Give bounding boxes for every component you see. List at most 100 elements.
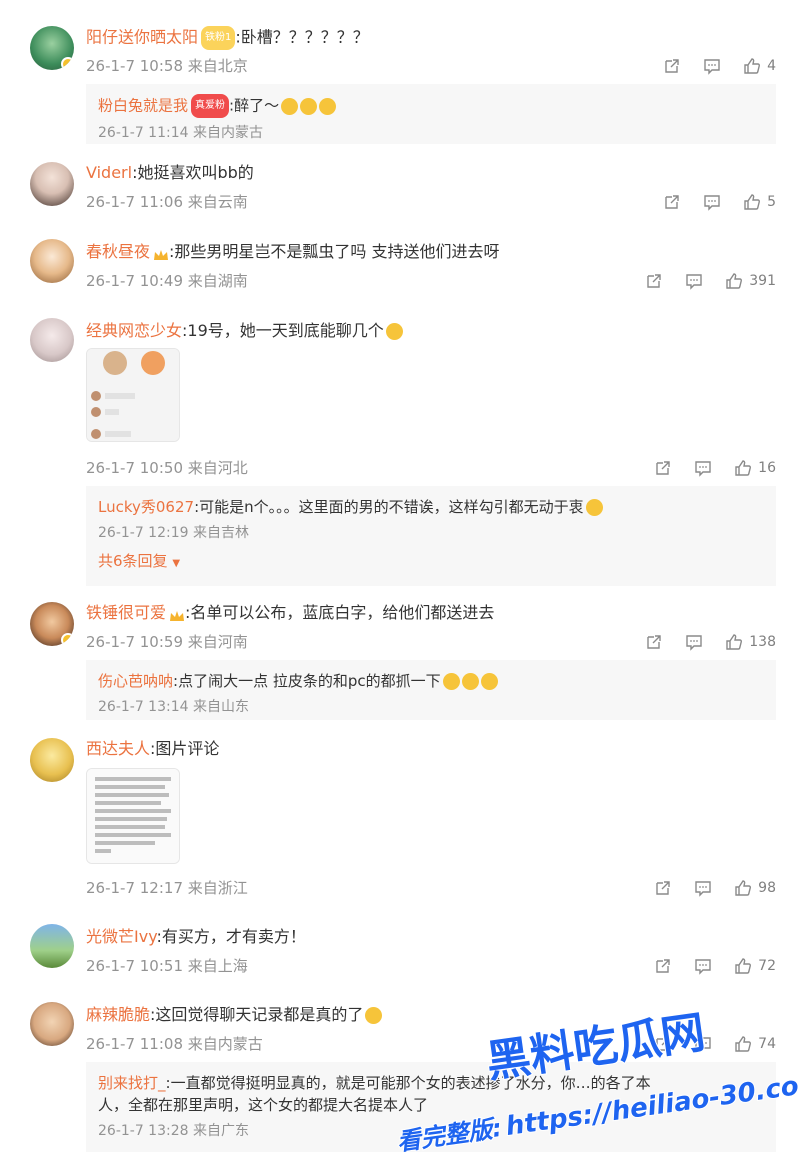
comment-meta: 26-1-7 10:51 来自上海 [86,957,248,975]
comment-icon[interactable] [685,272,703,290]
like-button[interactable]: 391 [725,272,776,290]
share-icon[interactable] [663,193,681,211]
comment-text: 那些男明星岂不是瓢虫了吗 支持送他们进去呀 [174,242,500,261]
like-count: 98 [758,880,776,896]
comment-text: 她挺喜欢叫bb的 [137,163,254,182]
emoji-icon [281,97,299,115]
comment-username[interactable]: 春秋昼夜 [86,242,150,261]
avatar[interactable] [30,162,74,206]
thumbs-up-icon [735,1036,752,1052]
reply-username[interactable]: 别来找打_ [98,1074,166,1092]
comment-text: 有买方，才有卖方！ [161,927,306,946]
comment-icon[interactable] [694,1035,712,1053]
comment-username[interactable]: 阳仔送你晒太阳 [86,28,198,47]
fan-badge: 真爱粉 [191,94,230,118]
thumbs-up-icon [744,194,761,210]
like-button[interactable]: 74 [734,1035,776,1053]
like-button[interactable]: 98 [734,879,776,897]
comment-icon[interactable] [694,957,712,975]
share-icon[interactable] [654,957,672,975]
thumbs-up-icon [735,880,752,896]
reply-text-continued: 人，全都在那里声明，这个女的都提大名提本人了 [98,1096,429,1114]
comment-icon[interactable] [694,879,712,897]
like-count: 16 [758,460,776,476]
share-icon[interactable] [645,272,663,290]
like-button[interactable]: 16 [734,459,776,477]
comment-username[interactable]: 西达夫人 [86,739,150,758]
comment-meta: 26-1-7 10:59 来自河南 [86,633,248,651]
reply-text: 一直都觉得挺明显真的，就是可能那个女的表述掺了水分，你…的各了本 [170,1074,651,1092]
comment-icon[interactable] [685,633,703,651]
comment-username[interactable]: Viderl [86,163,132,182]
like-button[interactable]: 5 [743,193,776,211]
reply-meta: 26-1-7 12:19 来自吉林 [98,525,249,541]
like-button[interactable]: 72 [734,957,776,975]
comment-meta: 26-1-7 11:08 来自内蒙古 [86,1035,263,1053]
share-icon[interactable] [663,57,681,75]
avatar[interactable] [30,1002,74,1046]
verified-badge-icon [61,633,74,646]
like-count: 138 [749,634,776,650]
emoji-icon [319,97,337,115]
reply-text: 点了闹大一点 拉皮条的和pc的都抓一下 [178,672,441,690]
emoji-icon [442,673,460,690]
emoji-icon [300,97,318,115]
share-icon[interactable] [654,459,672,477]
reply-username[interactable]: Lucky秀0627 [98,498,194,516]
comment-text: 19号，她一天到底能聊几个 [187,321,384,340]
avatar[interactable] [30,239,74,283]
emoji-icon [585,499,603,516]
avatar[interactable] [30,738,74,782]
reply-username[interactable]: 粉白兔就是我 [98,97,188,115]
crown-badge-icon [153,246,169,260]
avatar[interactable] [30,602,74,646]
like-button[interactable]: 138 [725,633,776,651]
reply-text: 醉了～ [234,96,280,115]
share-icon[interactable] [654,1035,672,1053]
comment-icon[interactable] [703,57,721,75]
thumbs-up-icon [735,958,752,974]
reply-box: 伤心芭呐呐:点了闹大一点 拉皮条的和pc的都抓一下 26-1-7 13:14 来… [86,660,776,720]
avatar[interactable] [30,924,74,968]
comment-text: 名单可以公布，蓝底白字，给他们都送进去 [190,603,495,622]
comment-text: 卧槽？？？？？？ [240,27,369,47]
reply-box: Lucky秀0627:可能是n个。。。这里面的男的不错诶，这样勾引都无动于衷 2… [86,486,776,586]
laughing-emoji-icon [385,323,403,340]
reply-meta: 26-1-7 11:14 来自内蒙古 [98,125,263,141]
thumbs-up-icon [726,634,743,650]
comment-icon[interactable] [694,459,712,477]
thumbs-up-icon [735,460,752,476]
comment-meta: 26-1-7 12:17 来自浙江 [86,879,248,897]
comment-meta: 26-1-7 10:58 来自北京 [86,57,248,75]
emoji-icon [480,673,498,690]
share-icon[interactable] [654,879,672,897]
thumbs-up-icon [726,273,743,289]
comment-meta: 26-1-7 10:49 来自湖南 [86,272,248,290]
like-count: 4 [767,58,776,74]
avatar[interactable] [30,318,74,362]
avatar[interactable] [30,26,74,70]
share-icon[interactable] [645,633,663,651]
comment-meta: 26-1-7 10:50 来自河北 [86,459,248,477]
like-count: 391 [749,273,776,289]
comment-username[interactable]: 麻辣脆脆 [86,1005,150,1024]
comment-meta: 26-1-7 11:06 来自云南 [86,193,248,211]
reply-username[interactable]: 伤心芭呐呐 [98,672,173,690]
chevron-down-icon: ▼ [172,558,181,569]
comment-username[interactable]: 铁锤很可爱 [86,603,166,622]
like-button[interactable]: 4 [743,57,776,75]
verified-badge-icon [61,57,74,70]
like-count: 72 [758,958,776,974]
comment-username[interactable]: 光微芒Ivy [86,927,157,946]
comment-image-thumbnail[interactable] [86,768,180,864]
emoji-icon [365,1007,383,1024]
reply-text: 可能是n个。。。这里面的男的不错诶，这样勾引都无动于衷 [199,498,584,516]
comment-icon[interactable] [703,193,721,211]
more-replies-link[interactable]: 共6条回复 ▼ [98,550,764,571]
like-count: 74 [758,1036,776,1052]
thumbs-up-icon [744,58,761,74]
fan-badge: 铁粉1 [201,26,236,50]
crown-badge-icon [169,607,185,621]
comment-username[interactable]: 经典网恋少女 [86,321,182,340]
comment-image-thumbnail[interactable] [86,348,180,442]
